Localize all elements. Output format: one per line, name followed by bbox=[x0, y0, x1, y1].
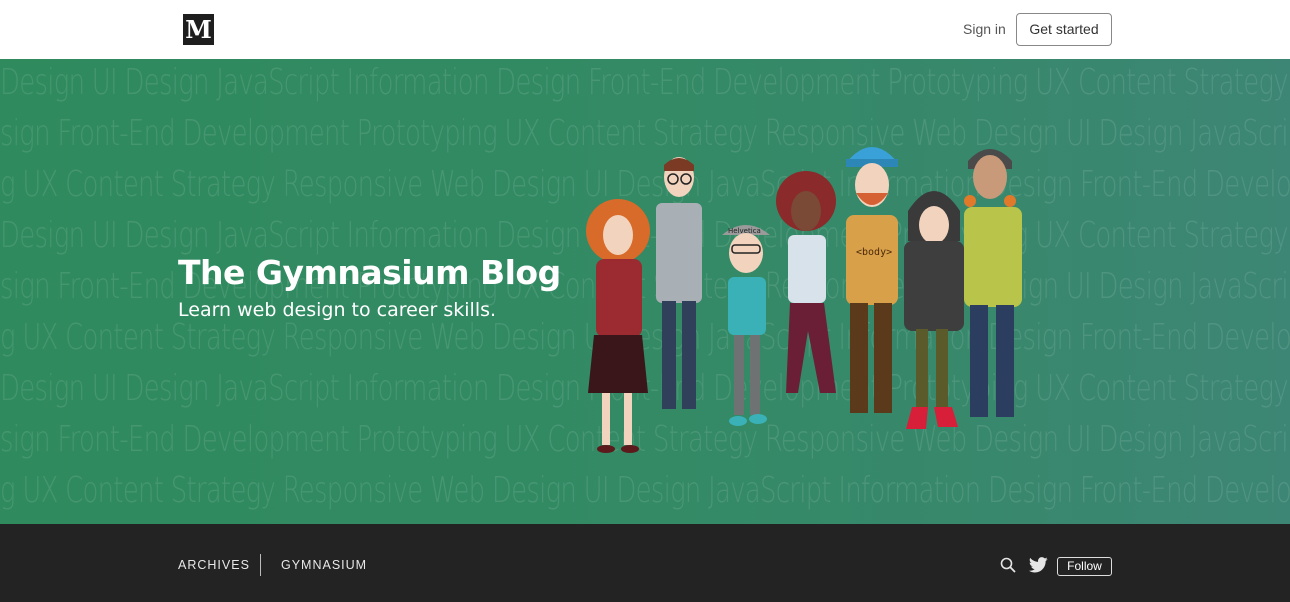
follow-button[interactable]: Follow bbox=[1057, 557, 1112, 576]
person-headphones-man bbox=[964, 149, 1022, 417]
nav-gymnasium-link[interactable]: GYMNASIUM bbox=[281, 558, 367, 572]
nav-archives-link[interactable]: ARCHIVES bbox=[178, 558, 250, 572]
top-bar: M Sign in Get started bbox=[0, 0, 1290, 59]
twitter-icon[interactable] bbox=[1029, 557, 1048, 573]
nav-divider bbox=[260, 554, 261, 576]
publication-nav-bar: ARCHIVES GYMNASIUM Follow bbox=[0, 524, 1290, 602]
person-curly-hair-woman bbox=[586, 199, 650, 453]
person-glasses-man bbox=[656, 157, 702, 409]
background-word-row: g UX Content Strategy Responsive Web Des… bbox=[0, 470, 1290, 511]
person-cap-guy: Helvetica bbox=[722, 225, 770, 426]
person-hoodie-girl bbox=[904, 191, 964, 429]
get-started-button[interactable]: Get started bbox=[1016, 13, 1112, 46]
person-afro-woman bbox=[776, 171, 836, 393]
hero-banner: Design UI Design JavaScript Information … bbox=[0, 59, 1290, 524]
background-word-row: Design UI Design JavaScript Information … bbox=[0, 62, 1290, 103]
person-beanie-man: <body> bbox=[846, 147, 898, 413]
team-illustration: Helvetica <body> bbox=[586, 147, 1022, 453]
search-icon[interactable] bbox=[1000, 557, 1016, 573]
publication-tagline: Learn web design to career skills. bbox=[178, 299, 497, 321]
shirt-text: <body> bbox=[856, 247, 892, 258]
publication-title: The Gymnasium Blog bbox=[178, 253, 561, 292]
sign-in-link[interactable]: Sign in bbox=[963, 21, 1006, 37]
medium-logo[interactable]: M bbox=[183, 14, 214, 45]
